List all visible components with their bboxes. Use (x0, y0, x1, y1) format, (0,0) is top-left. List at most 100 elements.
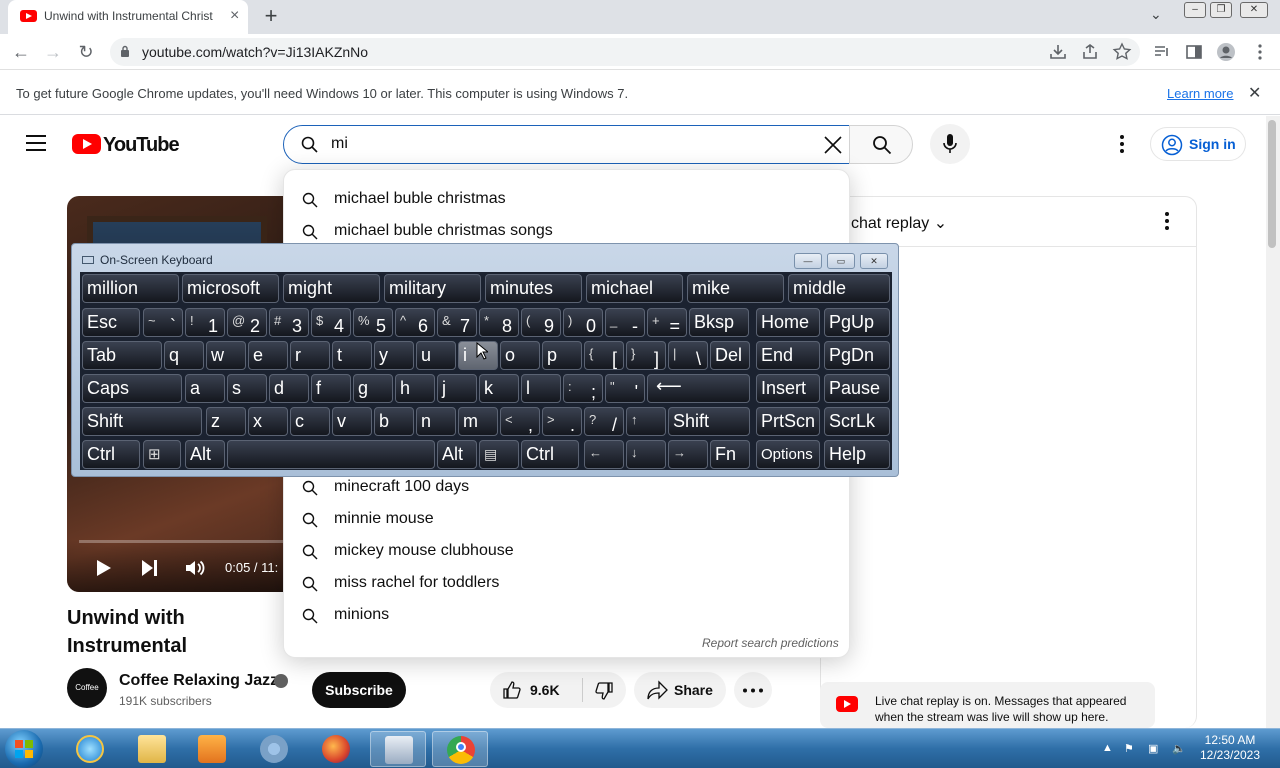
taskbar-on-screen-keyboard[interactable] (370, 731, 426, 767)
osk-key-insert[interactable]: Insert (756, 374, 820, 403)
osk-key-esc[interactable]: Esc (82, 308, 140, 337)
osk-key-t[interactable]: t (332, 341, 372, 370)
osk-key-n[interactable]: n (416, 407, 456, 436)
osk-key-shift-left[interactable]: Shift (82, 407, 202, 436)
osk-key-p[interactable]: p (542, 341, 582, 370)
subscribe-button[interactable]: Subscribe (312, 672, 406, 708)
osk-key-x[interactable]: x (248, 407, 288, 436)
action-center-icon[interactable]: ⚑ (1124, 742, 1138, 756)
next-video-icon[interactable] (137, 556, 161, 580)
osk-prediction[interactable]: michael (586, 274, 683, 303)
taskbar-clock[interactable]: 12:50 AM 12/23/2023 (1198, 733, 1262, 763)
browser-tab[interactable]: Unwind with Instrumental Christ × (8, 0, 248, 34)
osk-key-alt-right[interactable]: Alt (437, 440, 477, 469)
tray-expand-icon[interactable]: ▲ (1102, 742, 1116, 756)
network-icon[interactable]: ▣ (1148, 742, 1162, 756)
osk-key-fn[interactable]: Fn (710, 440, 750, 469)
bookmark-star-icon[interactable] (1112, 42, 1132, 62)
osk-key-o[interactable]: o (500, 341, 540, 370)
scrollbar-thumb[interactable] (1268, 120, 1276, 248)
osk-key-f[interactable]: f (311, 374, 351, 403)
osk-key-right-bracket[interactable]: }] (626, 341, 666, 370)
volume-icon[interactable] (183, 556, 207, 580)
osk-key-menu-icon[interactable]: ▤ (479, 440, 519, 469)
osk-key-r[interactable]: r (290, 341, 330, 370)
osk-key-m[interactable]: m (458, 407, 498, 436)
osk-key-ctrl-left[interactable]: Ctrl (82, 440, 140, 469)
suggestion-item[interactable]: miss rachel for toddlers (284, 568, 849, 600)
osk-key-7[interactable]: & 7 (437, 308, 477, 337)
suggestion-item[interactable]: mickey mouse clubhouse (284, 536, 849, 568)
osk-prediction[interactable]: microsoft (182, 274, 279, 303)
osk-key-down-arrow-icon[interactable]: ↓ (626, 440, 666, 469)
new-tab-button[interactable]: + (260, 5, 282, 27)
osk-key-del[interactable]: Del (710, 341, 750, 370)
osk-close-button[interactable]: ✕ (860, 253, 888, 269)
osk-key-4[interactable]: $4 (311, 308, 351, 337)
osk-key-l[interactable]: l (521, 374, 561, 403)
osk-key-z[interactable]: z (206, 407, 246, 436)
suggestion-item[interactable]: minnie mouse (284, 504, 849, 536)
osk-key-pgup[interactable]: PgUp (824, 308, 890, 337)
osk-prediction[interactable]: million (82, 274, 179, 303)
search-input[interactable]: mi (283, 125, 850, 164)
osk-key-k[interactable]: k (479, 374, 519, 403)
osk-key-e[interactable]: e (248, 341, 288, 370)
chat-more-icon[interactable] (1163, 211, 1171, 231)
osk-key-a[interactable]: a (185, 374, 225, 403)
volume-muted-icon[interactable]: 🔈 (1172, 742, 1186, 756)
side-panel-icon[interactable] (1184, 42, 1204, 62)
osk-minimize-button[interactable]: — (794, 253, 822, 269)
osk-key-d[interactable]: d (269, 374, 309, 403)
osk-key-8[interactable]: * 8 (479, 308, 519, 337)
osk-key-b[interactable]: b (374, 407, 414, 436)
tab-close-icon[interactable]: × (230, 8, 246, 24)
osk-key-g[interactable]: g (353, 374, 393, 403)
window-restore-button[interactable]: ❐ (1210, 2, 1232, 18)
osk-key-v[interactable]: v (332, 407, 372, 436)
osk-title-bar[interactable]: On-Screen Keyboard (82, 253, 213, 267)
osk-key-equals[interactable]: + = (647, 308, 687, 337)
taskbar-internet-explorer[interactable] (62, 731, 118, 767)
osk-key-slash[interactable]: ? / (584, 407, 624, 436)
osk-key-windows-icon[interactable]: ⊞ (143, 440, 181, 469)
report-predictions-link[interactable]: Report search predictions (702, 636, 839, 650)
taskbar-explorer[interactable] (124, 731, 180, 767)
osk-maximize-button[interactable]: ▭ (827, 253, 855, 269)
osk-key-3[interactable]: #3 (269, 308, 309, 337)
osk-key-6[interactable]: ^ 6 (395, 308, 435, 337)
osk-key-c[interactable]: c (290, 407, 330, 436)
taskbar-chrome-2[interactable] (246, 731, 302, 767)
taskbar-chrome[interactable] (432, 731, 488, 767)
osk-key-s[interactable]: s (227, 374, 267, 403)
osk-key-tilde[interactable]: ~ ` (143, 308, 183, 337)
osk-key-period[interactable]: >. (542, 407, 582, 436)
dislike-icon[interactable] (594, 681, 614, 701)
like-icon[interactable] (502, 680, 522, 700)
osk-key-pause[interactable]: Pause (824, 374, 890, 403)
osk-prediction[interactable]: mike (687, 274, 784, 303)
osk-key-prtscn[interactable]: PrtScn (756, 407, 820, 436)
osk-key-tab[interactable]: Tab (82, 341, 162, 370)
osk-key-end[interactable]: End (756, 341, 820, 370)
osk-key-alt-left[interactable]: Alt (185, 440, 225, 469)
settings-more-icon[interactable] (1112, 132, 1132, 156)
osk-key-space[interactable] (227, 440, 435, 469)
osk-key-help[interactable]: Help (824, 440, 890, 469)
back-icon[interactable]: ← (10, 41, 32, 63)
osk-key-9[interactable]: (9 (521, 308, 561, 337)
osk-key-left-bracket[interactable]: {[ (584, 341, 624, 370)
learn-more-link[interactable]: Learn more (1167, 86, 1233, 101)
osk-key-u[interactable]: u (416, 341, 456, 370)
osk-key-home[interactable]: Home (756, 308, 820, 337)
address-bar[interactable]: youtube.com/watch?v=Ji13IAKZnNo (110, 38, 1140, 66)
more-actions-button[interactable] (734, 672, 772, 708)
channel-name[interactable]: Coffee Relaxing Jazz (119, 672, 278, 690)
search-button[interactable] (849, 125, 913, 164)
osk-key-shift-right[interactable]: Shift (668, 407, 750, 436)
osk-key-0[interactable]: ) 0 (563, 308, 603, 337)
share-page-icon[interactable] (1080, 42, 1100, 62)
suggestion-item[interactable]: michael buble christmas (284, 184, 849, 216)
taskbar-media-player[interactable] (184, 731, 240, 767)
osk-key-quote[interactable]: " ' (605, 374, 645, 403)
